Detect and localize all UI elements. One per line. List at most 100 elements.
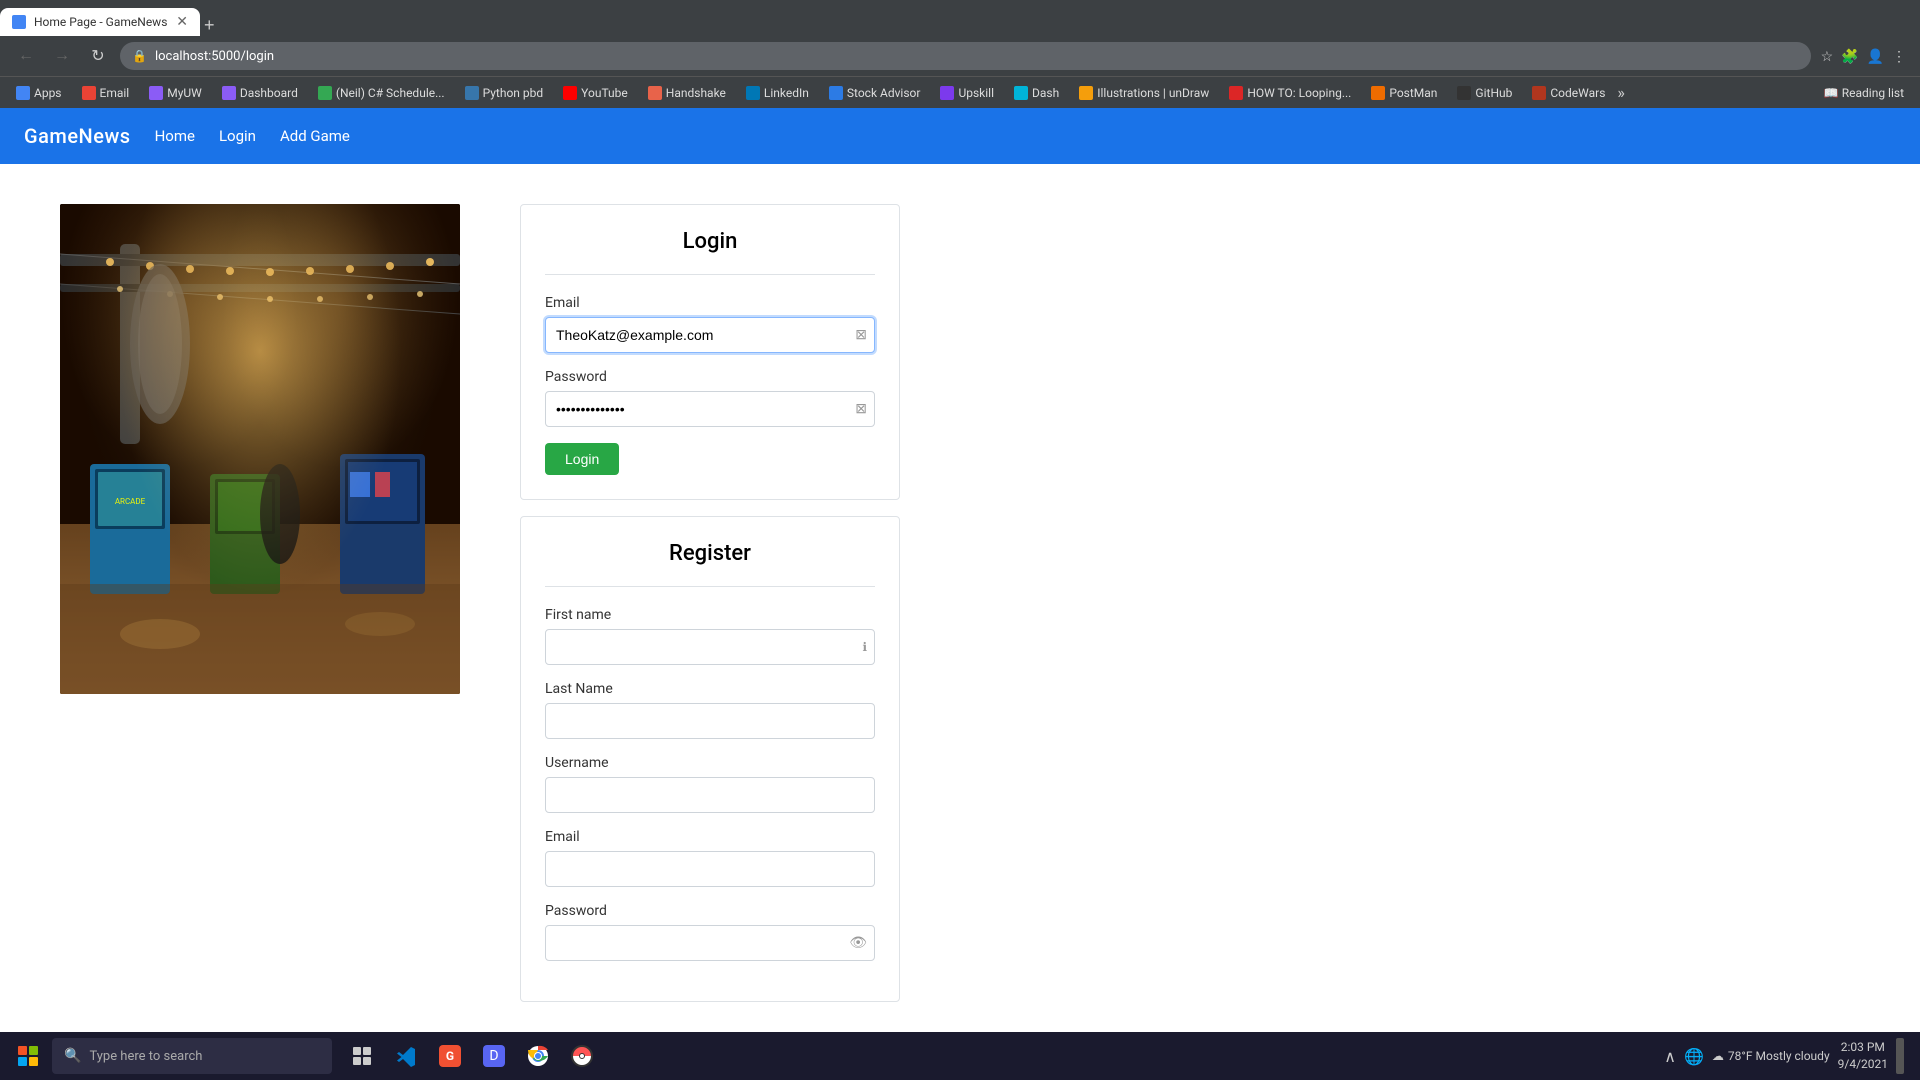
bookmark-codewars[interactable]: CodeWars [1524,84,1613,102]
youtube-icon [563,86,577,100]
email-label: Email [545,295,875,311]
register-password-input-wrapper: 👁 [545,925,875,961]
bookmark-illustrations[interactable]: Illustrations | unDraw [1071,84,1217,102]
chrome-icon[interactable] [520,1038,556,1074]
bookmark-python[interactable]: Python pbd [457,84,552,102]
taskview-button[interactable] [344,1038,380,1074]
bookmark-handshake[interactable]: Handshake [640,84,734,102]
nav-home-link[interactable]: Home [155,127,195,145]
bookmark-howto[interactable]: HOW TO: Looping... [1221,84,1359,102]
active-tab[interactable]: Home Page - GameNews ✕ [0,8,200,36]
bookmark-dash[interactable]: Dash [1006,84,1067,102]
extension-button[interactable]: 🧩 [1839,46,1860,67]
register-password-toggle-icon[interactable]: 👁 [849,935,867,951]
weather-display: ☁ 78°F Mostly cloudy [1712,1049,1830,1063]
bookmark-dashboard[interactable]: Dashboard [214,84,306,102]
game-icon[interactable] [564,1038,600,1074]
username-input[interactable] [545,777,875,813]
password-input[interactable] [545,391,875,427]
register-email-input[interactable] [545,851,875,887]
bookmark-apps[interactable]: Apps [8,84,70,102]
password-input-wrapper: ⊠ [545,391,875,427]
username-form-group: Username [545,755,875,813]
github-icon [1457,86,1471,100]
arcade-svg: ARCADE [60,204,460,694]
git-icon[interactable]: G [432,1038,468,1074]
register-password-input[interactable] [545,925,875,961]
bookmark-dashboard-label: Dashboard [240,86,298,100]
bookmark-postman-label: PostMan [1389,86,1437,100]
register-card: Register First name ℹ Last Name Username [520,516,900,1002]
bookmark-myuw-label: MyUW [167,86,202,100]
register-email-input-wrapper [545,851,875,887]
network-icon[interactable]: 🌐 [1684,1047,1704,1066]
nav-add-game-link[interactable]: Add Game [280,127,350,145]
lastname-input[interactable] [545,703,875,739]
bookmark-star-button[interactable]: ☆ [1819,46,1836,67]
chevron-up-icon[interactable]: ∧ [1664,1047,1676,1066]
tab-close-button[interactable]: ✕ [176,14,188,30]
bookmark-linkedin-label: LinkedIn [764,86,809,100]
clock-display[interactable]: 2:03 PM 9/4/2021 [1838,1039,1888,1073]
bookmark-gmail[interactable]: Email [74,84,138,102]
taskbar-search[interactable]: 🔍 Type here to search [52,1038,332,1074]
register-password-label: Password [545,903,875,919]
bookmark-myuw[interactable]: MyUW [141,84,210,102]
bookmarks-more-button[interactable]: » [1617,83,1625,102]
firstname-label: First name [545,607,875,623]
refresh-button[interactable]: ↻ [84,42,112,70]
stock-icon [829,86,843,100]
email-input[interactable] [545,317,875,353]
bookmark-neil-label: (Neil) C# Schedule... [336,86,445,100]
username-label: Username [545,755,875,771]
system-tray: ∧ 🌐 ☁ 78°F Mostly cloudy 2:03 PM 9/4/202… [1656,1038,1912,1074]
app-brand: GameNews [24,124,131,148]
firstname-info-icon: ℹ [862,640,867,654]
menu-button[interactable]: ⋮ [1890,46,1908,67]
neil-icon [318,86,332,100]
taskview-icon [352,1046,372,1066]
tab-bar: Home Page - GameNews ✕ + [0,0,1920,36]
lastname-label: Last Name [545,681,875,697]
upskill-icon [940,86,954,100]
password-label: Password [545,369,875,385]
vscode-icon[interactable] [388,1038,424,1074]
bookmark-stock[interactable]: Stock Advisor [821,84,929,102]
tab-favicon [12,15,26,29]
back-button[interactable]: ← [12,42,40,70]
apps-icon [16,86,30,100]
dash-icon [1014,86,1028,100]
nav-login-link[interactable]: Login [219,127,256,145]
discord-icon[interactable]: D [476,1038,512,1074]
address-bar[interactable]: 🔒 localhost:5000/login [120,42,1811,70]
bookmark-github[interactable]: GitHub [1449,84,1520,102]
app-navbar: GameNews Home Login Add Game [0,108,1920,164]
bookmark-upskill[interactable]: Upskill [932,84,1002,102]
username-input-wrapper [545,777,875,813]
bookmark-postman[interactable]: PostMan [1363,84,1445,102]
forward-button[interactable]: → [48,42,76,70]
bookmark-linkedin[interactable]: LinkedIn [738,84,817,102]
bookmark-youtube[interactable]: YouTube [555,84,636,102]
firstname-input[interactable] [545,629,875,665]
taskbar-app-icons: G D [344,1038,600,1074]
weather-text: 78°F Mostly cloudy [1728,1049,1830,1063]
start-button[interactable] [8,1036,48,1076]
address-bar-actions: ☆ 🧩 👤 ⋮ [1819,46,1908,67]
forms-section: Login Email ⊠ Password ⊠ Login Reg [520,204,900,1040]
password-toggle-icon[interactable]: ⊠ [855,401,867,417]
taskbar-search-icon: 🔍 [64,1048,81,1064]
taskbar: 🔍 Type here to search G D [0,1032,1920,1080]
bookmark-neil[interactable]: (Neil) C# Schedule... [310,84,453,102]
email-clear-icon[interactable]: ⊠ [855,327,867,343]
image-section: ARCADE [60,204,460,1040]
login-button[interactable]: Login [545,443,619,475]
new-tab-button[interactable]: + [204,15,215,36]
weather-icon: ☁ [1712,1049,1724,1063]
profile-button[interactable]: 👤 [1865,46,1886,67]
browser-chrome: Home Page - GameNews ✕ + ← → ↻ 🔒 localho… [0,0,1920,108]
show-desktop-button[interactable] [1896,1038,1904,1074]
register-email-label: Email [545,829,875,845]
bookmark-upskill-label: Upskill [958,86,994,100]
bookmark-reading-list[interactable]: 📖 Reading list [1816,84,1912,102]
